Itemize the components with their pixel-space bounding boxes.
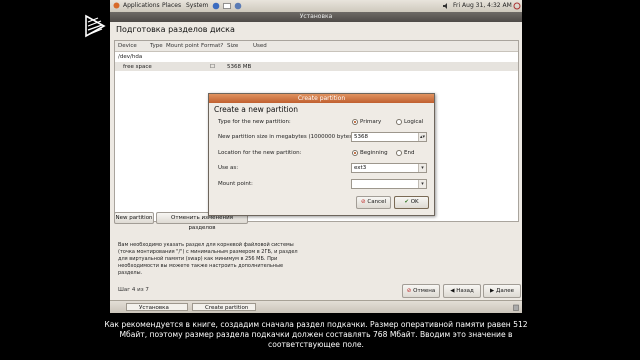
- use-as-value: ext3: [354, 165, 367, 171]
- column-header[interactable]: Device: [118, 43, 137, 49]
- column-header[interactable]: Used: [253, 43, 267, 49]
- device-cell: /dev/hda: [118, 53, 143, 60]
- forward-arrow-icon: ▶: [490, 288, 495, 294]
- back-label: Назад: [456, 288, 474, 294]
- taskbar-item-installer[interactable]: Установка: [126, 303, 188, 311]
- dialog-cancel-label: Cancel: [367, 199, 386, 205]
- dialog-titlebar[interactable]: Create partition: [209, 94, 434, 103]
- taskbar-item-label: Установка: [139, 305, 169, 311]
- table-header: Device Type Mount point Format? Size Use…: [115, 41, 518, 52]
- dialog-ok-label: OK: [410, 199, 419, 205]
- use-as-select[interactable]: ext3 ▾: [351, 163, 427, 173]
- places-menu[interactable]: Places: [162, 2, 181, 9]
- back-button[interactable]: ◀ Назад: [443, 284, 481, 298]
- end-radio[interactable]: [396, 150, 402, 156]
- logical-radio-label[interactable]: Logical: [404, 119, 423, 125]
- back-arrow-icon: ◀: [450, 288, 455, 294]
- size-spin-icon[interactable]: ▴▾: [418, 133, 426, 141]
- window-titlebar[interactable]: Установка: [110, 12, 522, 22]
- mail-icon[interactable]: [223, 2, 231, 10]
- device-cell: free space: [123, 63, 152, 70]
- web-browser-icon[interactable]: [212, 2, 220, 10]
- taskbar-item-create-partition[interactable]: Create partition: [192, 303, 256, 311]
- beginning-radio-label[interactable]: Beginning: [360, 150, 388, 156]
- primary-radio[interactable]: [352, 119, 358, 125]
- use-as-label: Use as:: [218, 165, 239, 171]
- size-label: New partition size in megabytes (1000000…: [218, 134, 357, 140]
- system-menu[interactable]: System: [186, 2, 208, 9]
- channel-logo-icon: [85, 14, 106, 38]
- taskbar-item-label: Create partition: [205, 305, 249, 311]
- mount-point-combo[interactable]: ▾: [351, 179, 427, 189]
- table-row[interactable]: free space ☐ 5368 MB: [115, 62, 518, 71]
- top-panel: Applications Places System Fri Aug 31, 4…: [110, 0, 522, 12]
- format-checkbox[interactable]: ☐: [210, 64, 215, 70]
- step-indicator: Шаг 4 из 7: [118, 287, 149, 293]
- new-partition-button[interactable]: New partition: [114, 212, 154, 224]
- window-title: Установка: [299, 13, 333, 20]
- type-label: Type for the new partition:: [218, 119, 291, 125]
- info-text: Вам необходимо указать раздел для корнев…: [118, 242, 298, 276]
- cancel-icon: ⊘: [406, 288, 412, 294]
- dialog-ok-button[interactable]: ✔ OK: [394, 196, 429, 209]
- size-input[interactable]: 5368 ▴▾: [351, 132, 427, 142]
- cancel-label: Отмена: [413, 288, 436, 294]
- mount-point-label: Mount point:: [218, 181, 253, 187]
- column-header[interactable]: Size: [227, 43, 238, 49]
- forward-button[interactable]: ▶ Далее: [483, 284, 521, 298]
- help-icon[interactable]: [234, 2, 242, 10]
- power-icon[interactable]: [513, 2, 521, 10]
- dialog-heading: Create a new partition: [214, 105, 299, 114]
- applications-menu[interactable]: Applications: [123, 2, 160, 9]
- chevron-down-icon: ▾: [418, 164, 426, 172]
- forward-label: Далее: [496, 288, 514, 294]
- primary-radio-label[interactable]: Primary: [360, 119, 381, 125]
- create-partition-dialog: Create partition Create a new partition …: [208, 93, 435, 216]
- volume-icon[interactable]: [442, 2, 450, 10]
- trash-icon[interactable]: [512, 303, 520, 311]
- end-radio-label[interactable]: End: [404, 150, 414, 156]
- column-header[interactable]: Format?: [201, 43, 223, 49]
- bottom-taskbar: Установка Create partition: [110, 300, 522, 313]
- table-row[interactable]: /dev/hda: [115, 52, 518, 61]
- column-header[interactable]: Mount point: [166, 43, 199, 49]
- beginning-radio[interactable]: [352, 150, 358, 156]
- cancel-button[interactable]: ⊘ Отмена: [402, 284, 440, 298]
- cancel-icon: ⊘: [361, 199, 366, 205]
- size-input-value: 5368: [354, 134, 368, 140]
- column-header[interactable]: Type: [150, 43, 163, 49]
- size-cell: 5368 MB: [227, 63, 252, 70]
- location-label: Location for the new partition:: [218, 150, 302, 156]
- page-title: Подготовка разделов диска: [116, 25, 235, 34]
- logical-radio[interactable]: [396, 119, 402, 125]
- ok-check-icon: ✔: [404, 199, 409, 205]
- dialog-cancel-button[interactable]: ⊘ Cancel: [356, 196, 391, 209]
- video-caption: Как рекомендуется в книге, создадим снач…: [104, 320, 528, 349]
- ubuntu-logo-icon[interactable]: [113, 2, 120, 9]
- chevron-down-icon[interactable]: ▾: [418, 180, 426, 188]
- clock[interactable]: Fri Aug 31, 4:32 AM: [453, 2, 512, 9]
